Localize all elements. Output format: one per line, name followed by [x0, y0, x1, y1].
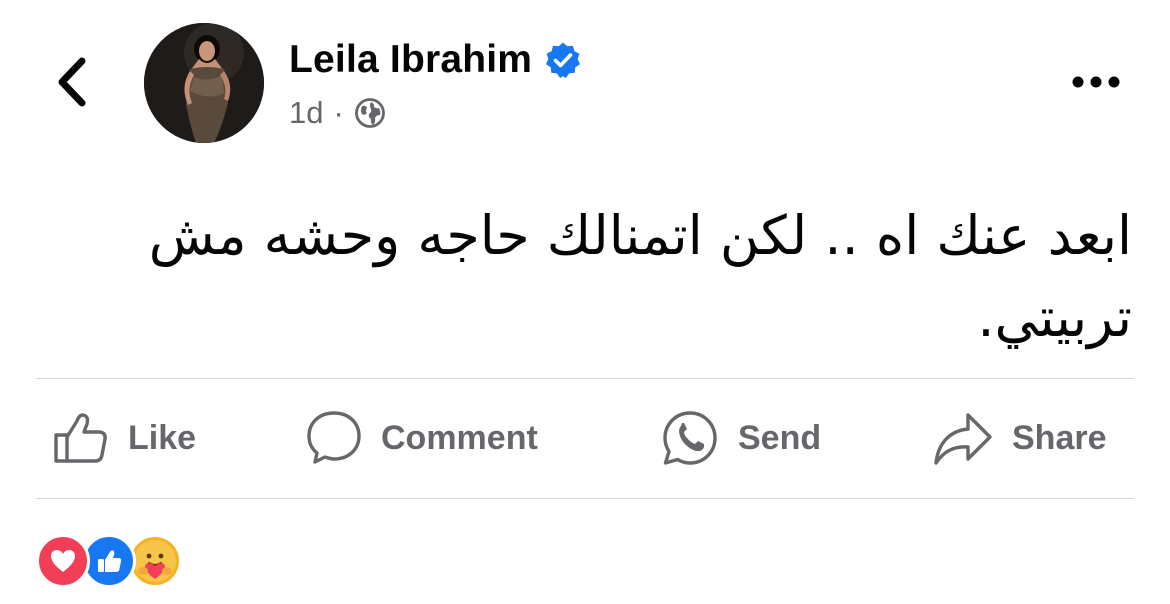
comment-label: Comment: [381, 418, 538, 457]
post-timestamp[interactable]: 1d: [289, 95, 323, 131]
profile-photo: [144, 23, 264, 143]
back-button[interactable]: [42, 52, 102, 112]
whatsapp-send-icon: [663, 411, 717, 465]
divider: [36, 498, 1134, 499]
post-view: Leila Ibrahim 1d · ابعد عنك اه .. لكن ات…: [0, 0, 1170, 604]
share-button[interactable]: Share: [932, 402, 1107, 474]
like-icon: [54, 413, 107, 463]
reactions-summary[interactable]: [36, 534, 182, 588]
send-label: Send: [738, 418, 822, 457]
post-meta: 1d ·: [289, 94, 386, 132]
divider: [36, 378, 1134, 379]
more-options-icon: [1072, 76, 1120, 88]
verified-badge-icon: [546, 42, 581, 78]
more-options-button[interactable]: [1066, 62, 1126, 102]
author-row: Leila Ibrahim: [289, 36, 582, 84]
care-reaction-icon: [128, 534, 182, 588]
author-name[interactable]: Leila Ibrahim: [289, 38, 532, 82]
like-reaction-icon: [82, 534, 136, 588]
share-icon: [934, 413, 992, 465]
comment-button[interactable]: Comment: [305, 402, 538, 474]
like-button[interactable]: Like: [52, 402, 196, 474]
comment-icon: [307, 411, 361, 464]
avatar[interactable]: [144, 23, 264, 143]
share-label: Share: [1012, 418, 1107, 457]
send-button[interactable]: Send: [660, 402, 821, 474]
chevron-left-icon: [58, 57, 86, 107]
globe-icon: [354, 98, 385, 128]
meta-separator: ·: [333, 95, 344, 130]
love-reaction-icon: [36, 534, 90, 588]
like-label: Like: [128, 418, 197, 457]
post-text: ابعد عنك اه .. لكن اتمنالك حاجه وحشه مش …: [148, 204, 1132, 349]
